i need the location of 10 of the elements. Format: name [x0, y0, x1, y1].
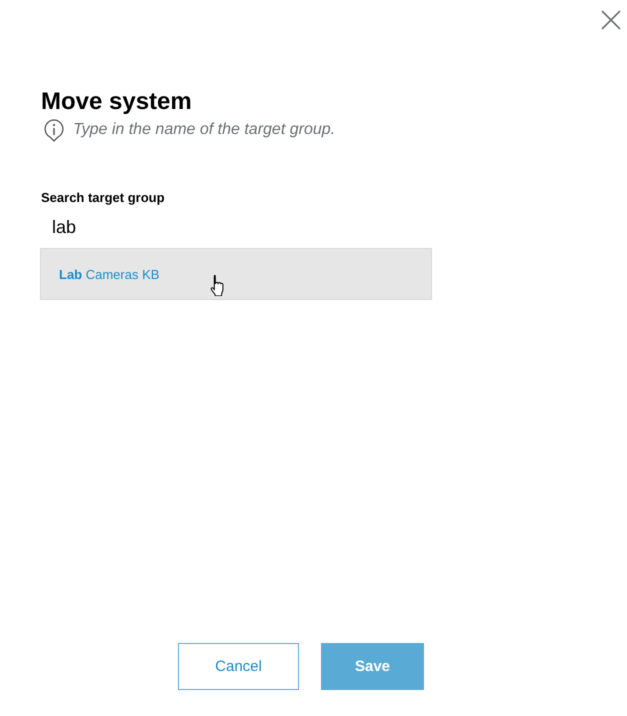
dialog-title: Move system	[41, 88, 193, 116]
close-icon[interactable]	[601, 10, 621, 30]
hint-text: Type in the name of the target group.	[73, 121, 336, 139]
hand-cursor-icon	[209, 274, 225, 296]
search-field[interactable]: lab	[40, 213, 432, 242]
field-label: Search target group	[41, 190, 166, 205]
suggestion-item[interactable]: Lab Cameras KB	[40, 248, 432, 300]
save-button[interactable]: Save	[321, 643, 424, 690]
cancel-button[interactable]: Cancel	[178, 643, 299, 690]
info-icon	[43, 118, 65, 142]
